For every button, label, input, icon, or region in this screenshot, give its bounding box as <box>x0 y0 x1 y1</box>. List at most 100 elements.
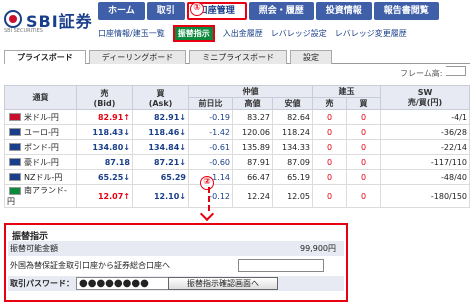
table-cell: 87.09 <box>272 154 313 170</box>
position-buy: 0 <box>360 142 367 152</box>
table-cell: 12.24 <box>232 184 273 208</box>
table-cell: -1.42 <box>188 124 233 140</box>
table-cell: 0 <box>346 184 381 208</box>
bid-price[interactable]: 65.25↓ <box>98 173 130 182</box>
table-cell: 0 <box>312 184 347 208</box>
sub-nav-transfer[interactable]: 振替指示 <box>172 24 215 42</box>
guide-arrow-icon <box>202 209 216 217</box>
table-cell: 0 <box>346 169 381 185</box>
table-cell: 87.21↓ <box>132 154 189 170</box>
table-cell: -22/14 <box>380 139 470 155</box>
col-position: 建玉 <box>312 85 381 98</box>
table-cell: 12.10↓ <box>132 184 189 208</box>
ask-price[interactable]: 118.46↓ <box>148 128 186 137</box>
pair-name: ポンド-円 <box>24 142 59 152</box>
global-nav: ホーム 取引 口座管理 照会・履歴 投資情報 報告書閲覧 <box>98 2 441 20</box>
col-high: 高値 <box>232 97 273 110</box>
table-row[interactable]: NZドル-円 65.25↓ 65.29 -1.14 66.47 65.19 0 0 -48/40 <box>4 169 470 185</box>
table-row[interactable]: 米ドル-円 82.91↑ 82.91↓ -0.19 83.27 82.64 0 0 -4/1 <box>4 109 470 125</box>
low-value: 87.09 <box>287 157 310 167</box>
low-value: 12.05 <box>287 191 310 201</box>
nav-history[interactable]: 照会・履歴 <box>248 2 314 20</box>
tab-dealing-board[interactable]: ディーリングボード <box>88 50 187 64</box>
amount-input[interactable] <box>238 259 324 272</box>
position-buy: 0 <box>360 127 367 137</box>
position-buy: 0 <box>360 157 367 167</box>
ask-price[interactable]: 65.29 <box>161 173 186 182</box>
ask-price[interactable]: 82.91↓ <box>154 113 186 122</box>
confirm-transfer-button[interactable]: 振替指示確認画面へ <box>168 277 278 290</box>
table-cell: 豪ドル-円 <box>4 154 77 170</box>
nav-trade[interactable]: 取引 <box>146 2 185 20</box>
ask-price[interactable]: 87.21↓ <box>154 158 186 167</box>
flag-icon <box>9 143 21 151</box>
ask-price[interactable]: 134.84↓ <box>148 143 186 152</box>
prev-change: -0.61 <box>209 142 230 152</box>
sub-nav-deposit-history[interactable]: 入出金履歴 <box>223 28 263 39</box>
table-row[interactable]: 南アランド-円 12.07↑ 12.10↓ -0.12 12.24 12.05 0 0 -180… <box>4 184 470 208</box>
nav-reports[interactable]: 報告書閲覧 <box>373 2 439 20</box>
table-cell: -48/40 <box>380 169 470 185</box>
table-cell: 118.43↓ <box>76 124 133 140</box>
pair-name: NZドル-円 <box>24 172 63 182</box>
table-cell: -0.60 <box>188 154 233 170</box>
table-cell: 118.46↓ <box>132 124 189 140</box>
available-label: 振替可能金額 <box>10 244 58 253</box>
table-cell: ポンド-円 <box>4 139 77 155</box>
position-sell: 0 <box>326 127 333 137</box>
flag-icon <box>9 128 21 136</box>
bid-price[interactable]: 134.80↓ <box>92 143 130 152</box>
table-cell: 0 <box>312 124 347 140</box>
table-cell: 65.25↓ <box>76 169 133 185</box>
pair-name: ユーロ-円 <box>24 127 59 137</box>
high-value: 83.27 <box>247 112 270 122</box>
bid-price[interactable]: 12.07↑ <box>98 192 130 201</box>
high-value: 135.89 <box>242 142 270 152</box>
price-table: 通貨 売 (Bid) 買 (Ask) 仲値 建玉 SW 売/買(円) 前日比 高値 安… <box>4 85 470 208</box>
password-input[interactable]: ●●●●●●●● <box>76 277 176 290</box>
sub-nav-leverage-history[interactable]: レバレッジ変更履歴 <box>335 28 407 39</box>
sub-nav-leverage-settings[interactable]: レバレッジ設定 <box>271 28 327 39</box>
position-sell: 0 <box>326 112 333 122</box>
col-low: 安値 <box>272 97 313 110</box>
sub-nav: 口座情報/建玉一覧 振替指示 入出金履歴 レバレッジ設定 レバレッジ変更履歴 <box>98 24 415 42</box>
table-cell: -4/1 <box>380 109 470 125</box>
position-sell: 0 <box>326 142 333 152</box>
tab-settings[interactable]: 設定 <box>289 50 332 64</box>
nav-home[interactable]: ホーム <box>98 2 145 20</box>
table-row[interactable]: ユーロ-円 118.43↓ 118.46↓ -1.42 120.06 118.24 0 0 -3… <box>4 124 470 140</box>
table-row[interactable]: ポンド-円 134.80↓ 134.84↓ -0.61 135.89 134.33 0 0 -2… <box>4 139 470 155</box>
tab-price-board[interactable]: プライスボード <box>4 50 86 64</box>
position-buy: 0 <box>360 172 367 182</box>
table-cell: 87.91 <box>232 154 273 170</box>
table-cell: 0 <box>312 154 347 170</box>
table-cell: 83.27 <box>232 109 273 125</box>
position-buy: 0 <box>360 112 367 122</box>
low-value: 65.19 <box>287 172 310 182</box>
nav-info[interactable]: 投資情報 <box>315 2 372 20</box>
table-row[interactable]: 豪ドル-円 87.18 87.21↓ -0.60 87.91 87.09 0 0 -117/11… <box>4 154 470 170</box>
direction-row: 外国為替保証金取引口座から証券総合口座へ <box>8 258 344 273</box>
table-cell: 0 <box>346 154 381 170</box>
password-row: 取引パスワード： ●●●●●●●● 振替指示確認画面へ <box>8 276 344 291</box>
brand-logo: SBI証券 SBI SECURITIES <box>4 4 94 34</box>
table-cell: 120.06 <box>232 124 273 140</box>
table-cell: 82.91↑ <box>76 109 133 125</box>
bid-price[interactable]: 118.43↓ <box>92 128 130 137</box>
table-cell: 87.18 <box>76 154 133 170</box>
high-value: 66.47 <box>247 172 270 182</box>
sub-nav-account-info[interactable]: 口座情報/建玉一覧 <box>98 28 165 39</box>
bid-price[interactable]: 87.18 <box>105 158 130 167</box>
col-sell: 売 <box>312 97 347 110</box>
tab-mini-price-board[interactable]: ミニプライスボード <box>189 50 287 64</box>
ask-price[interactable]: 12.10↓ <box>154 192 186 201</box>
table-cell: 65.29 <box>132 169 189 185</box>
bid-price[interactable]: 82.91↑ <box>98 113 130 122</box>
swap-value: -4/1 <box>451 112 467 122</box>
col-sw: SW 売/買(円) <box>380 85 470 110</box>
available-row: 振替可能金額 99,900円 <box>8 241 344 256</box>
col-nakane: 仲値 <box>188 85 313 98</box>
table-cell: 0 <box>312 169 347 185</box>
frame-height-handle[interactable] <box>446 66 466 76</box>
table-cell: 134.33 <box>272 139 313 155</box>
